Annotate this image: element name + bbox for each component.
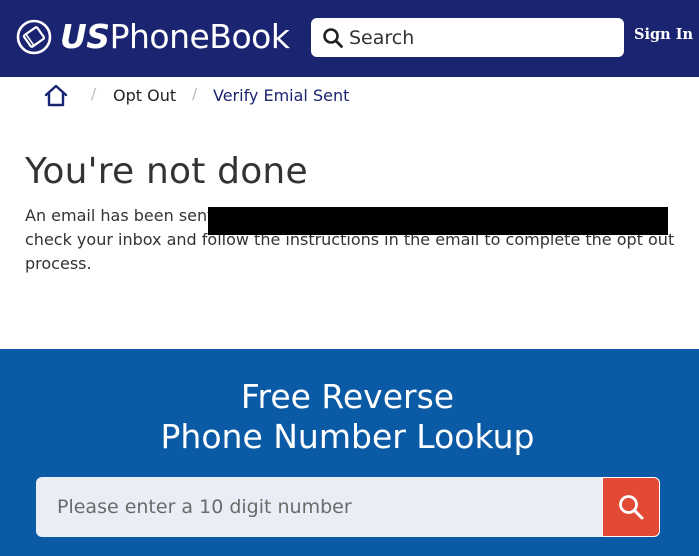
logo-wordmark: USPhoneBook bbox=[60, 17, 290, 57]
header-search-input[interactable] bbox=[349, 22, 619, 53]
lookup-title-line1: Free Reverse bbox=[240, 377, 455, 416]
site-logo[interactable]: USPhoneBook bbox=[16, 17, 290, 57]
sign-in-link[interactable]: Sign In bbox=[634, 26, 693, 43]
search-icon bbox=[619, 495, 644, 520]
page-title: You're not done bbox=[25, 151, 308, 192]
site-header: USPhoneBook Sign In bbox=[0, 0, 699, 77]
lookup-search-button[interactable] bbox=[602, 477, 660, 537]
breadcrumb-opt-out[interactable]: Opt Out bbox=[113, 86, 176, 105]
phonebook-logo-icon bbox=[16, 19, 52, 55]
message-line: process. bbox=[25, 254, 92, 273]
logo-us: US bbox=[60, 17, 110, 56]
breadcrumb-separator: / bbox=[192, 85, 198, 103]
header-search-box[interactable] bbox=[311, 18, 624, 57]
logo-phonebook: PhoneBook bbox=[109, 17, 290, 56]
breadcrumb: / Opt Out / Verify Emial Sent bbox=[0, 77, 699, 115]
lookup-form bbox=[36, 477, 660, 537]
reverse-lookup-section: Free Reverse Phone Number Lookup bbox=[0, 349, 699, 556]
search-icon bbox=[323, 27, 343, 48]
phone-number-input[interactable] bbox=[36, 477, 602, 537]
breadcrumb-separator: / bbox=[91, 85, 97, 103]
lookup-title: Free Reverse Phone Number Lookup bbox=[0, 377, 695, 457]
breadcrumb-current: Verify Emial Sent bbox=[213, 86, 350, 105]
redaction-box bbox=[208, 207, 668, 235]
lookup-title-line2: Phone Number Lookup bbox=[160, 417, 535, 456]
home-icon[interactable] bbox=[43, 84, 69, 108]
